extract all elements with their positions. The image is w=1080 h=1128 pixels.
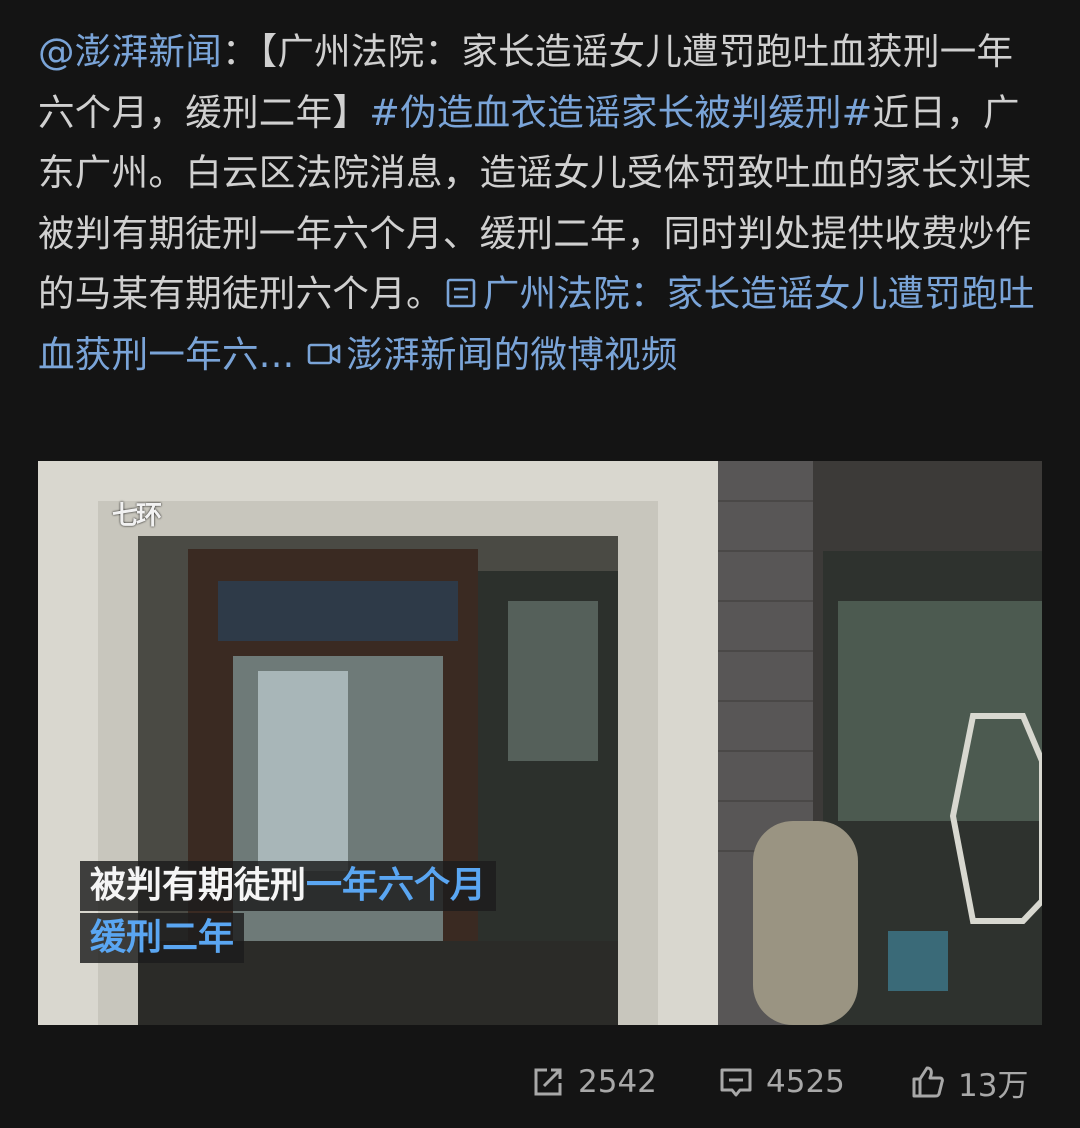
caption-blue-text: 一年六个月 — [306, 865, 487, 906]
author-link[interactable]: @澎湃新闻 — [38, 30, 222, 73]
comment-count: 4525 — [766, 1064, 845, 1100]
video-caption-line2: 缓刑二年 — [80, 913, 245, 963]
action-bar: 2542 4525 13万 — [0, 1058, 1080, 1106]
video-player[interactable]: 七环 被判有期徒刑一年六个月 缓刑二年 — [38, 461, 1042, 1025]
video-link[interactable]: 澎湃新闻的微博视频 — [306, 333, 677, 376]
comment-button[interactable]: 4525 — [718, 1058, 845, 1106]
repost-button[interactable]: 2542 — [530, 1058, 657, 1106]
document-icon — [446, 278, 476, 308]
comment-bubble-icon — [720, 1068, 752, 1097]
video-caption-line1: 被判有期徒刑一年六个月 — [80, 861, 497, 911]
video-camera-icon — [308, 343, 341, 364]
post-text: @澎湃新闻：【广州法院：家长造谣女儿遭罚跑吐血获刑一年六个月，缓刑二年】#伪造血… — [38, 22, 1042, 385]
video-watermark: 七环 — [112, 501, 162, 531]
repost-count: 2542 — [578, 1064, 657, 1100]
caption-white-text: 被判有期徒刑 — [90, 865, 307, 906]
hashtag-link[interactable]: #伪造血衣造谣家长被判缓刑# — [369, 91, 872, 134]
thumbs-up-icon — [912, 1066, 944, 1098]
like-button[interactable]: 13万 — [910, 1058, 1028, 1106]
caption-blue-text-2: 缓刑二年 — [90, 917, 235, 958]
author-colon: ： — [222, 30, 259, 73]
share-arrow-icon — [534, 1068, 562, 1096]
like-count: 13万 — [958, 1067, 1029, 1104]
video-link-text: 澎湃新闻的微博视频 — [346, 332, 678, 376]
